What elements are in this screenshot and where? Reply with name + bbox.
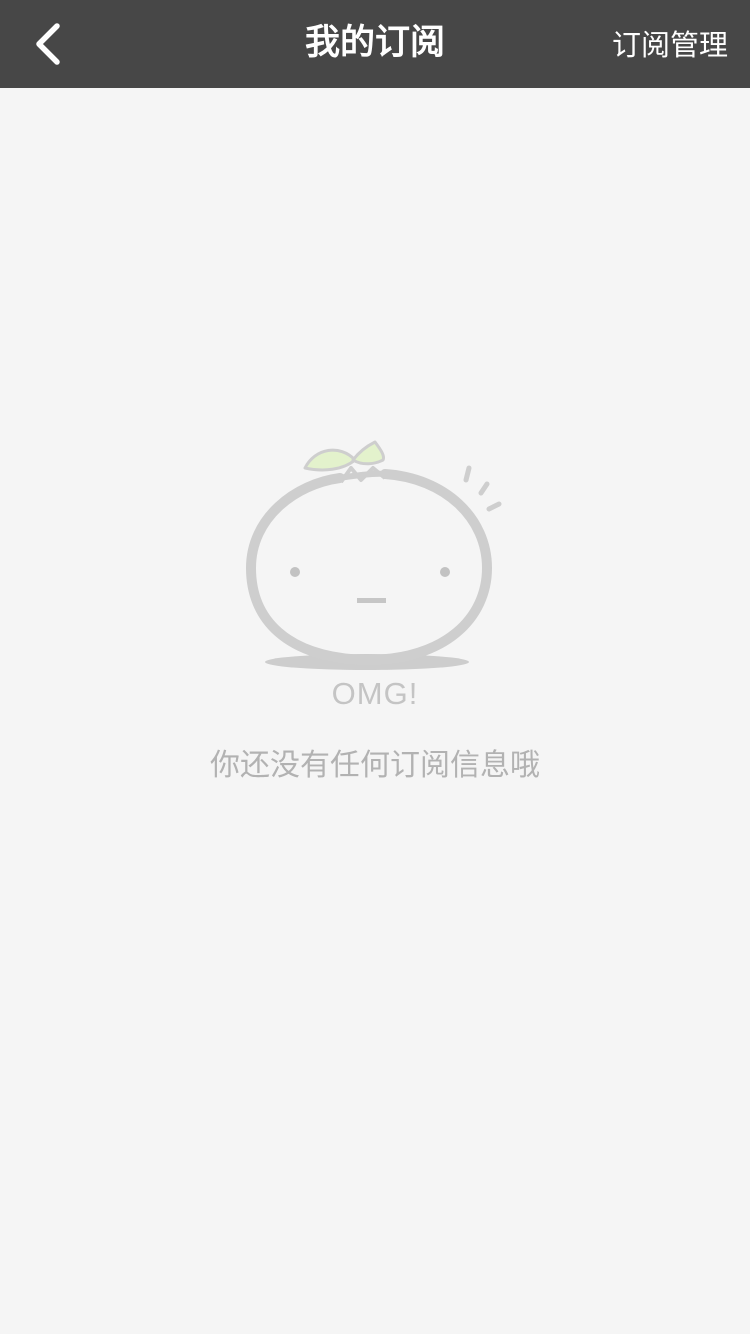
empty-state-exclamation: OMG! (331, 676, 419, 711)
subscription-manage-button[interactable]: 订阅管理 (612, 0, 728, 88)
content-area: OMG! 你还没有任何订阅信息哦 (0, 88, 750, 1334)
mascot-leaf-left (303, 448, 357, 472)
mascot-right-eye (440, 567, 450, 577)
chevron-left-icon (36, 23, 60, 65)
mascot-body (245, 469, 493, 666)
empty-state-mascot-icon (245, 440, 502, 670)
navigation-bar: 我的订阅 订阅管理 (0, 0, 750, 88)
back-button[interactable] (18, 12, 82, 76)
mascot-mouth (357, 598, 386, 603)
empty-state-message: 你还没有任何订阅信息哦 (210, 748, 540, 783)
mascot-leaf-right (351, 440, 385, 466)
mascot-left-eye (290, 567, 300, 577)
